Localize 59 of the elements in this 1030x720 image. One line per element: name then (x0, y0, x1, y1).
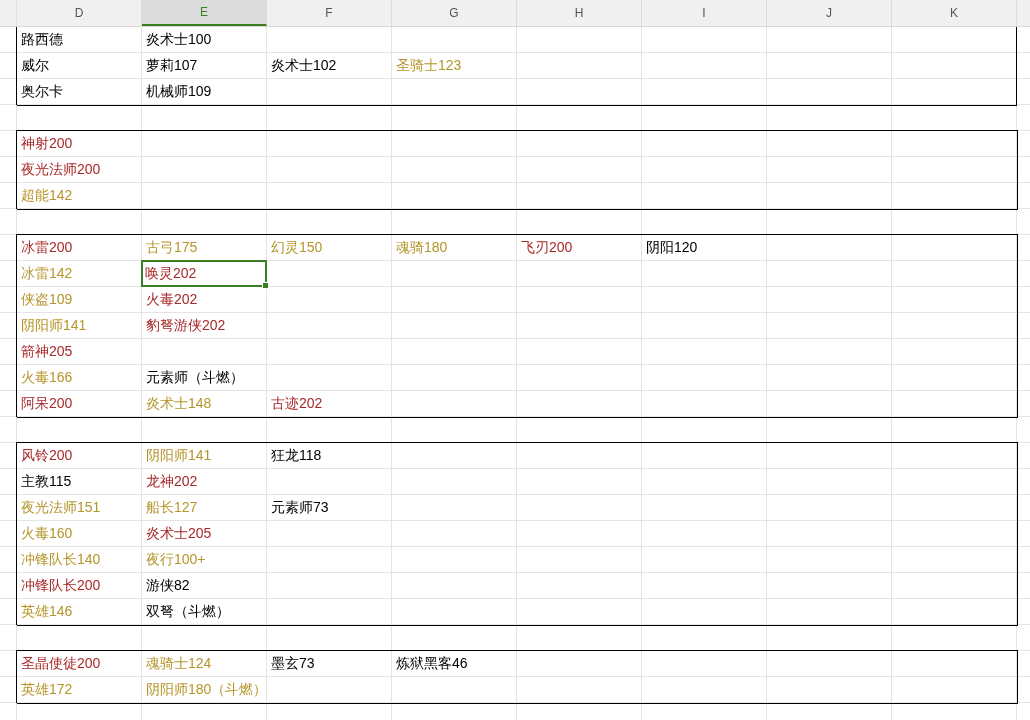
table-cell: 唤灵202 (145, 264, 197, 283)
table-cell: 阴阳师141 (21, 317, 87, 335)
column-header[interactable]: E (142, 0, 267, 26)
column-header[interactable]: F (267, 0, 392, 26)
table-cell: 圣晶使徒200 (21, 655, 101, 673)
table-cell: 龙神202 (146, 473, 198, 491)
table-cell: 元素师73 (271, 499, 329, 517)
column-header[interactable]: G (392, 0, 517, 26)
table-cell: 超能142 (21, 187, 73, 205)
table-cell: 路西德 (21, 31, 63, 49)
table-cell: 冲锋队长200 (21, 577, 101, 595)
column-header[interactable]: H (517, 0, 642, 26)
table-cell: 阿呆200 (21, 395, 73, 413)
table-cell: 圣骑士123 (396, 57, 462, 75)
column-header[interactable]: I (642, 0, 767, 26)
table-cell: 夜光法师151 (21, 499, 101, 517)
table-cell: 古迹202 (271, 395, 323, 413)
table-cell: 英雄146 (21, 603, 73, 621)
table-cell: 冰雷200 (21, 239, 73, 257)
table-cell: 炎术士205 (146, 525, 212, 543)
table-cell: 夜行100+ (146, 551, 206, 569)
column-header[interactable]: K (892, 0, 1017, 26)
table-cell: 冲锋队长140 (21, 551, 101, 569)
table-cell: 古弓175 (146, 239, 198, 257)
table-cell: 火毒160 (21, 525, 73, 543)
table-cell: 豹弩游侠202 (146, 317, 226, 335)
table-cell: 火毒202 (146, 291, 198, 309)
table-cell: 炎术士100 (146, 31, 212, 49)
table-cell: 魂骑180 (396, 239, 448, 257)
table-cell: 炎术士148 (146, 395, 212, 413)
column-header[interactable]: J (767, 0, 892, 26)
table-cell: 船长127 (146, 499, 198, 517)
table-cell: 双弩（斗燃） (146, 603, 230, 621)
table-cell: 英雄172 (21, 681, 73, 699)
table-cell: 冰雷142 (21, 265, 73, 283)
table-cell: 威尔 (21, 57, 49, 75)
table-cell: 机械师109 (146, 83, 212, 101)
table-cell: 奥尔卡 (21, 83, 63, 101)
table-cell: 阴阳120 (646, 239, 698, 257)
table-cell: 箭神205 (21, 343, 73, 361)
table-cell: 魂骑士124 (146, 655, 212, 673)
table-cell: 游侠82 (146, 577, 190, 595)
table-cell: 主教115 (21, 473, 72, 491)
table-cell: 阴阳师180（斗燃） (146, 681, 268, 699)
table-cell: 幻灵150 (271, 239, 323, 257)
table-cell: 阴阳师141 (146, 447, 212, 465)
table-cell: 炎术士102 (271, 57, 337, 75)
fill-handle[interactable] (262, 282, 269, 289)
table-cell: 火毒166 (21, 369, 73, 387)
table-cell: 风铃200 (21, 447, 73, 465)
table-cell: 神射200 (21, 135, 73, 153)
table-cell: 狂龙118 (271, 447, 322, 465)
table-cell: 元素师（斗燃） (146, 369, 244, 387)
table-cell: 飞刃200 (521, 239, 573, 257)
table-cell: 侠盗109 (21, 291, 73, 309)
table-cell: 墨玄73 (271, 655, 315, 673)
table-cell: 炼狱黑客46 (396, 655, 468, 673)
table-cell: 萝莉107 (146, 57, 198, 75)
table-cell: 夜光法师200 (21, 161, 101, 179)
